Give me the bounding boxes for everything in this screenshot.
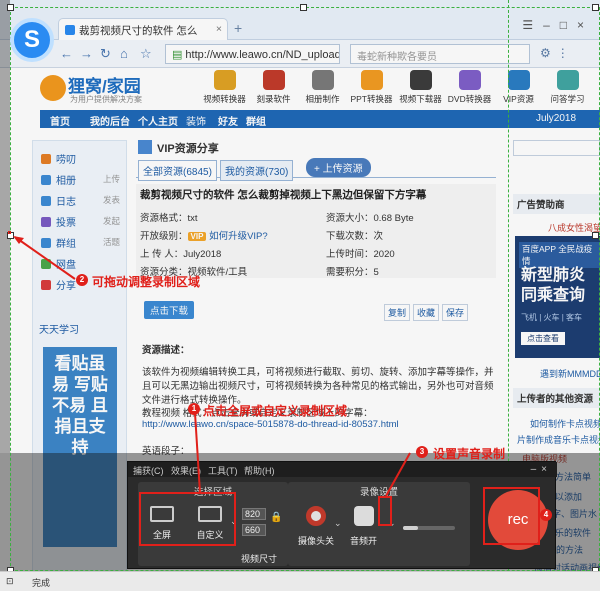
annotation-text: 点击全屏或自定义录制区域 <box>203 404 348 418</box>
annotation-number: 3 <box>416 446 428 458</box>
annotation-arrows <box>13 236 411 497</box>
annotation-text: 设置声音录制 <box>433 447 506 461</box>
annotation-number: 4 <box>540 509 552 521</box>
annotation-number: 2 <box>76 274 88 286</box>
browser-logo-icon[interactable]: S <box>10 18 54 62</box>
status-icon: ⊡ <box>6 576 14 586</box>
annotation-text: 可拖动调整录制区域 <box>92 275 201 289</box>
status-text: 完成 <box>32 578 51 588</box>
status-bar: ⊡ 完成 <box>0 571 600 591</box>
annotation-number: 1 <box>188 403 200 415</box>
